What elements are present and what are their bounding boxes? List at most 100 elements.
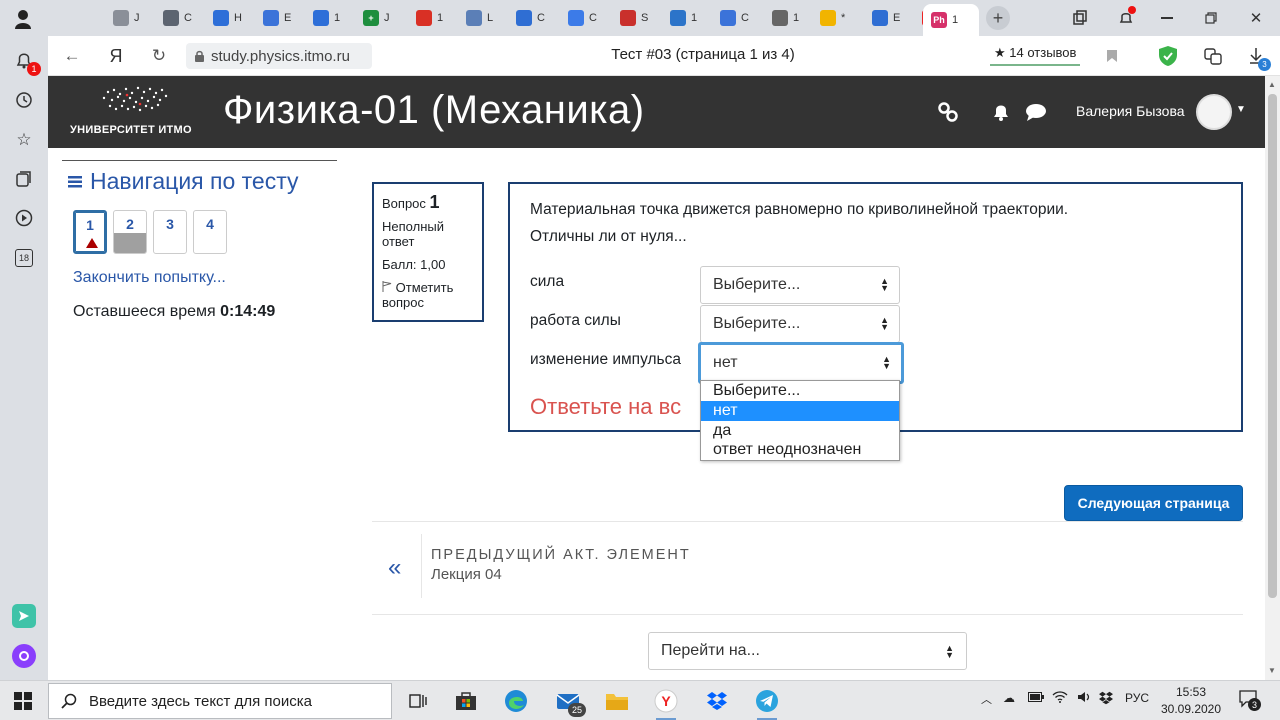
tab-label: C (184, 12, 192, 24)
action-center-icon[interactable]: 3 (1238, 688, 1261, 711)
previous-activity-title[interactable]: ПРЕДЫДУЩИЙ АКТ. ЭЛЕМЕНТ (431, 547, 691, 563)
chat-icon[interactable] (1024, 100, 1048, 124)
quiz-nav-question-2[interactable]: 2 (113, 210, 147, 254)
browser-tab[interactable]: 1 (305, 4, 355, 32)
wifi-icon[interactable] (1052, 691, 1068, 706)
notifications-icon[interactable] (1116, 6, 1136, 28)
close-window-button[interactable]: ✕ (1246, 8, 1266, 28)
store-icon[interactable] (452, 687, 480, 715)
scroll-up-arrow[interactable]: ▲ (1268, 80, 1276, 89)
browser-tab[interactable]: C (560, 4, 610, 32)
browser-tab[interactable]: 1 (662, 4, 712, 32)
calendar-icon[interactable]: 18 (12, 246, 36, 270)
finish-attempt-link[interactable]: Закончить попытку... (73, 269, 226, 287)
browser-tab[interactable]: C (712, 4, 762, 32)
profile-icon[interactable] (10, 7, 36, 31)
quiz-nav-question-3[interactable]: 3 (153, 210, 187, 254)
browser-tab[interactable]: E (864, 4, 914, 32)
reload-button[interactable]: ↻ (147, 44, 171, 68)
answer-select-work[interactable]: Выберите... ▲ ▼ (700, 305, 900, 343)
bell-icon[interactable] (989, 100, 1013, 124)
jump-to-select[interactable]: Перейти на... ▲ ▼ (648, 632, 967, 670)
tab-favicon-icon (113, 10, 129, 26)
language-indicator[interactable]: РУС (1125, 691, 1149, 705)
browser-tab[interactable]: E (255, 4, 305, 32)
bookmark-icon[interactable] (1100, 44, 1124, 68)
dropdown-option[interactable]: да (701, 421, 899, 441)
minimize-button[interactable] (1157, 8, 1177, 28)
browser-tab[interactable]: C (155, 4, 205, 32)
dropdown-option[interactable]: Выберите... (701, 381, 899, 401)
restore-button[interactable] (1201, 8, 1221, 28)
dropdown-option[interactable]: ответ неоднозначен (701, 440, 899, 460)
clock-date: 30.09.2020 (1160, 702, 1222, 716)
browser-tab[interactable]: 1 (764, 4, 814, 32)
browser-tab[interactable]: + J (355, 4, 405, 32)
select-arrows-icon: ▲ ▼ (880, 315, 889, 332)
volume-icon[interactable] (1077, 691, 1091, 706)
translate-icon[interactable] (1201, 44, 1225, 68)
alice-assistant-icon[interactable] (12, 644, 36, 668)
windows-start-icon[interactable] (14, 692, 32, 710)
clock[interactable]: 15:53 30.09.2020 (1160, 684, 1222, 718)
next-page-button[interactable]: Следующая страница (1064, 485, 1243, 521)
browser-tab[interactable]: * (812, 4, 862, 32)
double-chevron-left-icon[interactable]: « (388, 554, 401, 582)
tab-label: J (134, 12, 140, 24)
dropbox-tray-icon[interactable] (1098, 691, 1114, 708)
scroll-thumb[interactable] (1268, 94, 1277, 598)
browser-tab[interactable]: 1 (408, 4, 458, 32)
quiz-nav-question-4[interactable]: 4 (193, 210, 227, 254)
quiz-nav-heading[interactable]: Навигация по тесту (68, 168, 299, 195)
browser-tab[interactable]: H (205, 4, 255, 32)
shield-icon[interactable] (1156, 44, 1180, 68)
task-view-icon[interactable] (404, 687, 432, 715)
user-name[interactable]: Валерия Бызова (1076, 103, 1185, 119)
star-icon[interactable]: ☆ (12, 128, 36, 152)
previous-activity-name[interactable]: Лекция 04 (431, 566, 502, 583)
tab-favicon-icon (416, 10, 432, 26)
mail-icon[interactable]: 25 (554, 687, 586, 717)
itmo-logo[interactable] (100, 84, 170, 114)
dropbox-icon[interactable] (703, 687, 731, 715)
file-explorer-icon[interactable] (603, 687, 631, 715)
browser-tab[interactable]: C (508, 4, 558, 32)
tray-expand-icon[interactable]: ︿ (981, 691, 992, 707)
edge-icon[interactable] (502, 687, 530, 715)
dropdown-option-selected[interactable]: нет (701, 400, 899, 421)
scroll-down-arrow[interactable]: ▼ (1268, 666, 1276, 675)
collections-panel-icon[interactable] (12, 167, 36, 191)
browser-tab[interactable]: S (612, 4, 662, 32)
weather-icon[interactable]: ☁ (1003, 691, 1015, 705)
taskbar-search-input[interactable]: Введите здесь текст для поиска (48, 683, 392, 719)
history-icon[interactable] (12, 88, 36, 112)
browser-tab[interactable]: Ph 1 (923, 4, 979, 36)
avatar[interactable] (1196, 94, 1232, 130)
link-icon[interactable] (936, 100, 960, 124)
tab-favicon-icon: Ph (931, 12, 947, 28)
flag-question-link[interactable]: Отметить вопрос (382, 280, 474, 310)
browser-tab[interactable]: J (105, 4, 155, 32)
back-button[interactable]: ← (60, 44, 84, 68)
yandex-browser-icon[interactable]: Y (652, 687, 680, 720)
page-scrollbar[interactable]: ▲ ▼ (1265, 76, 1280, 680)
collections-icon[interactable] (1070, 8, 1090, 28)
course-title[interactable]: Физика-01 (Механика) (223, 88, 645, 133)
battery-icon[interactable] (1028, 691, 1044, 705)
yandex-icon[interactable]: Я (104, 44, 128, 68)
answer-select-force[interactable]: Выберите... ▲ ▼ (700, 266, 900, 304)
play-icon[interactable] (12, 206, 36, 230)
answer-select-momentum[interactable]: нет ▲ ▼ (698, 342, 904, 384)
new-tab-button[interactable]: + (986, 6, 1010, 30)
tab-favicon-icon: + (363, 10, 379, 26)
reviews-badge[interactable]: ★ 14 отзывов (990, 42, 1081, 66)
messenger-app-icon[interactable] (12, 604, 36, 628)
telegram-icon[interactable] (753, 687, 781, 720)
url-field[interactable]: study.physics.itmo.ru (186, 43, 372, 69)
browser-tab[interactable]: L (458, 4, 508, 32)
tab-favicon-icon (620, 10, 636, 26)
tab-label: J (384, 12, 390, 24)
quiz-nav-question-1[interactable]: 1 (73, 210, 107, 254)
downloads-icon[interactable]: 3 (1244, 44, 1271, 71)
chevron-down-icon[interactable]: ▼ (1236, 104, 1246, 115)
